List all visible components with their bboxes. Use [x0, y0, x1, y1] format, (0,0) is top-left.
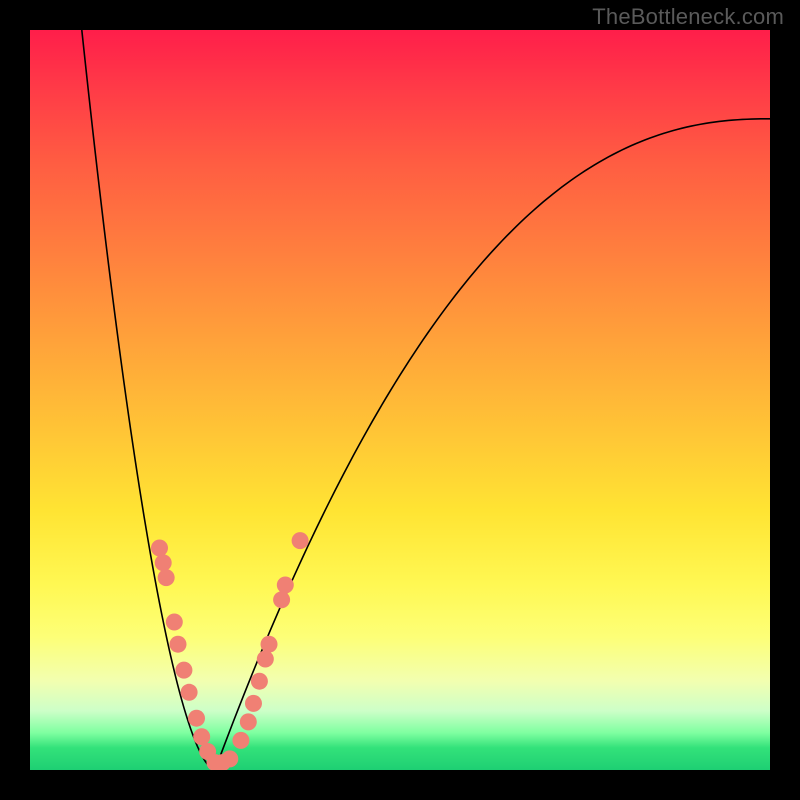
data-point — [257, 651, 274, 668]
data-point — [261, 636, 278, 653]
data-point — [245, 695, 262, 712]
data-point — [273, 591, 290, 608]
curve-layer — [30, 30, 770, 770]
curve-left-branch — [82, 30, 215, 770]
data-point — [181, 684, 198, 701]
data-point — [175, 662, 192, 679]
data-point — [155, 554, 172, 571]
data-point — [166, 614, 183, 631]
data-point — [292, 532, 309, 549]
data-point — [170, 636, 187, 653]
data-point — [188, 710, 205, 727]
data-point — [193, 728, 210, 745]
data-point — [277, 577, 294, 594]
plot-area — [30, 30, 770, 770]
chart-frame: TheBottleneck.com — [0, 0, 800, 800]
data-point — [232, 732, 249, 749]
watermark-text: TheBottleneck.com — [592, 4, 784, 30]
data-point — [151, 540, 168, 557]
data-point — [240, 713, 257, 730]
data-points-group — [151, 532, 309, 770]
data-point — [251, 673, 268, 690]
data-point — [221, 750, 238, 767]
curve-right-branch — [215, 119, 770, 770]
data-point — [158, 569, 175, 586]
